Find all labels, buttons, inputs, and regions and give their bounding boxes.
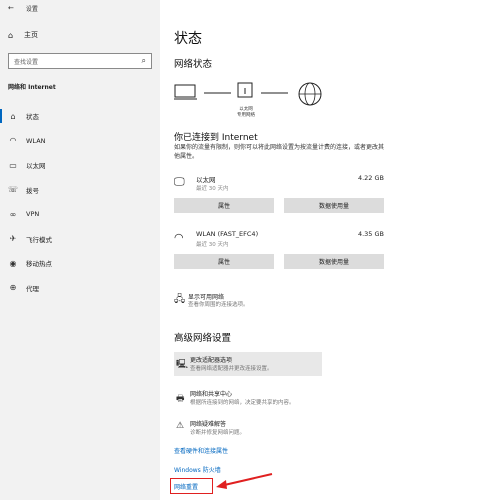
globe-icon: ⊕ [9, 283, 17, 293]
connection-status-text: 你已连接到 Internet [174, 133, 258, 143]
adv-item-desc: 根据所连接到的网络，决定要共享的内容。 [190, 400, 295, 406]
back-arrow-icon[interactable]: ← [8, 4, 14, 12]
laptop-icon [173, 84, 197, 100]
advanced-settings-heading: 高级网络设置 [174, 333, 232, 344]
sidebar-item-wlan[interactable]: ◠ WLAN [0, 129, 160, 154]
red-arrow-icon [216, 473, 273, 489]
adapter-icon: 🖳 [176, 360, 189, 370]
warning-icon: ⚠ [176, 421, 185, 431]
data-usage-button[interactable]: 数据使用量 [284, 198, 384, 213]
adv-item-desc: 诊断并修复网络问题。 [190, 430, 246, 436]
sidebar: ← 设置 ⌂ 主页 查找设置 ⌕ 网络和 Internet ⌂ 状态 ◠ WLA… [0, 0, 160, 500]
main-content: 状态 网络状态 以太网 专用网络 你已连接到 Internet 如果你的流量有限 [170, 0, 495, 500]
page-title: 状态 [174, 31, 202, 47]
sidebar-section-title: 网络和 Internet [8, 84, 56, 91]
network-list-icon: 🖧 [174, 294, 186, 305]
adapter-name: WLAN (FAST_EFC4) [196, 230, 259, 238]
home-nav-item[interactable]: ⌂ 主页 [8, 30, 38, 40]
sidebar-item-vpn[interactable]: ∞ VPN [0, 202, 160, 227]
home-icon: ⌂ [10, 111, 16, 121]
adv-item-desc: 查看网络适配器并更改连接设置。 [190, 366, 273, 372]
adapter-usage-period: 最近 30 天内 [196, 242, 229, 248]
sidebar-item-label: WLAN [26, 136, 46, 145]
network-troubleshooter[interactable]: ⚠ 网络疑难解答 诊断并修复网络问题。 [174, 416, 322, 440]
sidebar-item-label: 移动热点 [26, 260, 52, 269]
sidebar-item-label: 以太网 [26, 162, 46, 171]
wifi-icon: ◠ [9, 136, 17, 146]
hardware-properties-link[interactable]: 查看硬件和连接属性 [174, 446, 228, 455]
globe-icon [298, 82, 322, 106]
sidebar-item-label: 状态 [26, 113, 39, 122]
network-status-heading: 网络状态 [174, 59, 213, 70]
ethernet-icon: ▭ [9, 160, 17, 170]
search-input[interactable]: 查找设置 ⌕ [8, 53, 152, 69]
airplane-icon: ✈ [9, 234, 17, 244]
search-icon[interactable]: ⌕ [142, 56, 146, 66]
ethernet-monitor-icon: 🖵 [174, 175, 185, 188]
sidebar-item-airplane[interactable]: ✈ 飞行模式 [0, 227, 160, 252]
network-sharing-center[interactable]: 🖶 网络和共享中心 根据所连接到的网络，决定要共享的内容。 [174, 386, 322, 410]
sharing-center-icon: 🖶 [176, 394, 185, 404]
sidebar-item-label: 拨号 [26, 186, 39, 195]
sidebar-item-label: VPN [26, 210, 40, 219]
adapter-name: 以太网 [196, 176, 216, 184]
adv-item-title: 更改适配器选项 [190, 357, 233, 364]
properties-button[interactable]: 属性 [174, 198, 274, 213]
adapter-usage-period: 最近 30 天内 [196, 186, 229, 192]
change-adapter-options[interactable]: 🖳 更改适配器选项 查看网络适配器并更改连接设置。 [174, 352, 322, 376]
phone-icon: ☏ [8, 185, 19, 195]
sidebar-item-proxy[interactable]: ⊕ 代理 [0, 276, 160, 301]
sidebar-item-ethernet[interactable]: ▭ 以太网 [0, 153, 160, 178]
sidebar-item-status[interactable]: ⌂ 状态 [0, 104, 160, 129]
home-icon: ⌂ [8, 30, 14, 40]
sidebar-item-label: 代理 [26, 284, 39, 293]
data-usage-button[interactable]: 数据使用量 [284, 254, 384, 269]
sidebar-nav: ⌂ 状态 ◠ WLAN ▭ 以太网 ☏ 拨号 ∞ VPN ✈ 飞行模式 ◉ 移动… [0, 104, 160, 300]
sidebar-item-dialup[interactable]: ☏ 拨号 [0, 178, 160, 203]
show-available-desc: 查看你周围的连接选项。 [188, 302, 249, 308]
sidebar-item-label: 飞行模式 [26, 235, 52, 244]
adv-item-title: 网络疑难解答 [190, 421, 227, 428]
adapter-data-size: 4.22 GB [357, 174, 384, 182]
diagram-network-label: 专用网络 [237, 113, 255, 118]
hotspot-icon: ◉ [9, 258, 17, 268]
properties-button[interactable]: 属性 [174, 254, 274, 269]
window-title: 设置 [25, 5, 38, 13]
sidebar-item-hotspot[interactable]: ◉ 移动热点 [0, 251, 160, 276]
diagram-labels: 以太网 专用网络 [234, 107, 258, 119]
home-label: 主页 [24, 31, 38, 39]
title-bar: ← 设置 [0, 0, 160, 16]
wifi-icon: ◠ [174, 231, 184, 244]
connection-description: 如果你的流量有限制，则你可以将此网络设置为按流量计费的连接，或者更改其他属性。 [174, 144, 385, 160]
search-placeholder: 查找设置 [14, 58, 39, 66]
adv-item-title: 网络和共享中心 [190, 391, 233, 398]
highlight-box [170, 478, 213, 494]
vpn-icon: ∞ [9, 209, 17, 219]
router-icon [237, 82, 253, 98]
adapter-data-size: 4.35 GB [357, 230, 384, 238]
